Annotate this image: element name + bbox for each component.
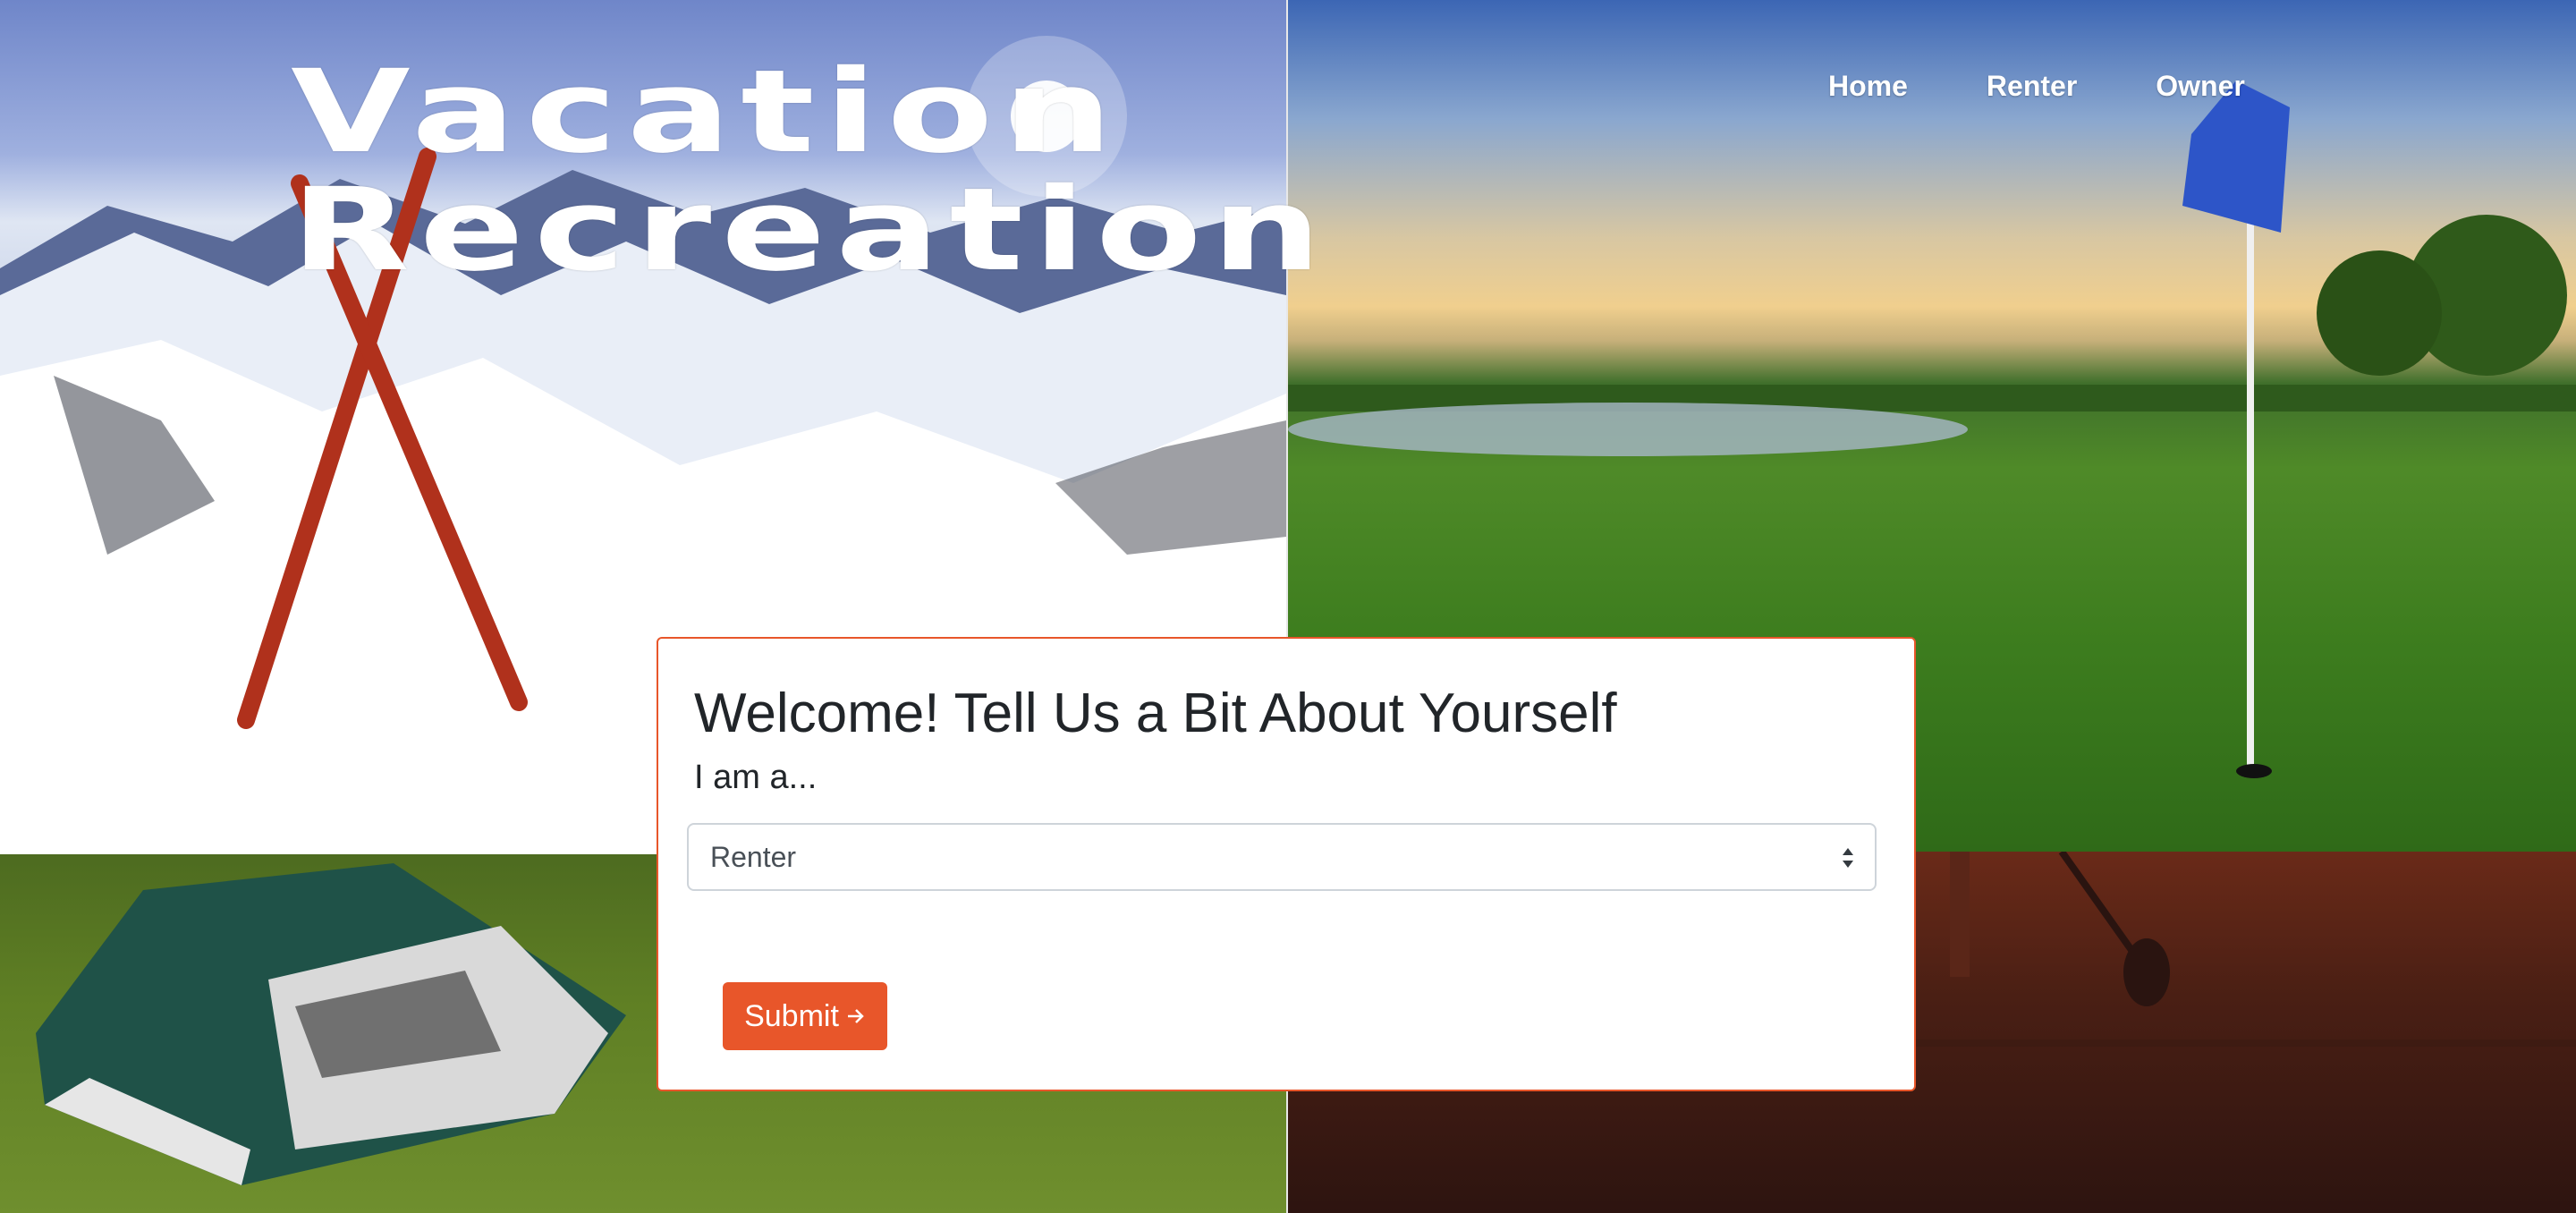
role-label: I am a...	[694, 759, 818, 796]
nav-renter-link[interactable]: Renter	[1987, 70, 2077, 103]
nav-home-link[interactable]: Home	[1828, 70, 1908, 103]
submit-label: Submit	[744, 998, 839, 1033]
form-heading: Welcome! Tell Us a Bit About Yourself	[694, 683, 1617, 744]
role-select[interactable]: Renter	[687, 823, 1877, 891]
arrow-right-icon	[847, 1009, 864, 1023]
role-select-value: Renter	[710, 840, 797, 873]
welcome-form-card: Welcome! Tell Us a Bit About Yourself I …	[657, 637, 1916, 1091]
site-title: Vacation Recreation	[291, 54, 1331, 290]
nav-owner-link[interactable]: Owner	[2156, 70, 2245, 103]
select-arrows-icon	[1843, 848, 1853, 868]
submit-button[interactable]: Submit	[723, 982, 887, 1050]
site-title-line2: Recreation	[291, 164, 1332, 297]
top-nav: Home Renter Owner	[1828, 70, 2324, 103]
site-title-line1: Vacation	[291, 46, 1123, 179]
